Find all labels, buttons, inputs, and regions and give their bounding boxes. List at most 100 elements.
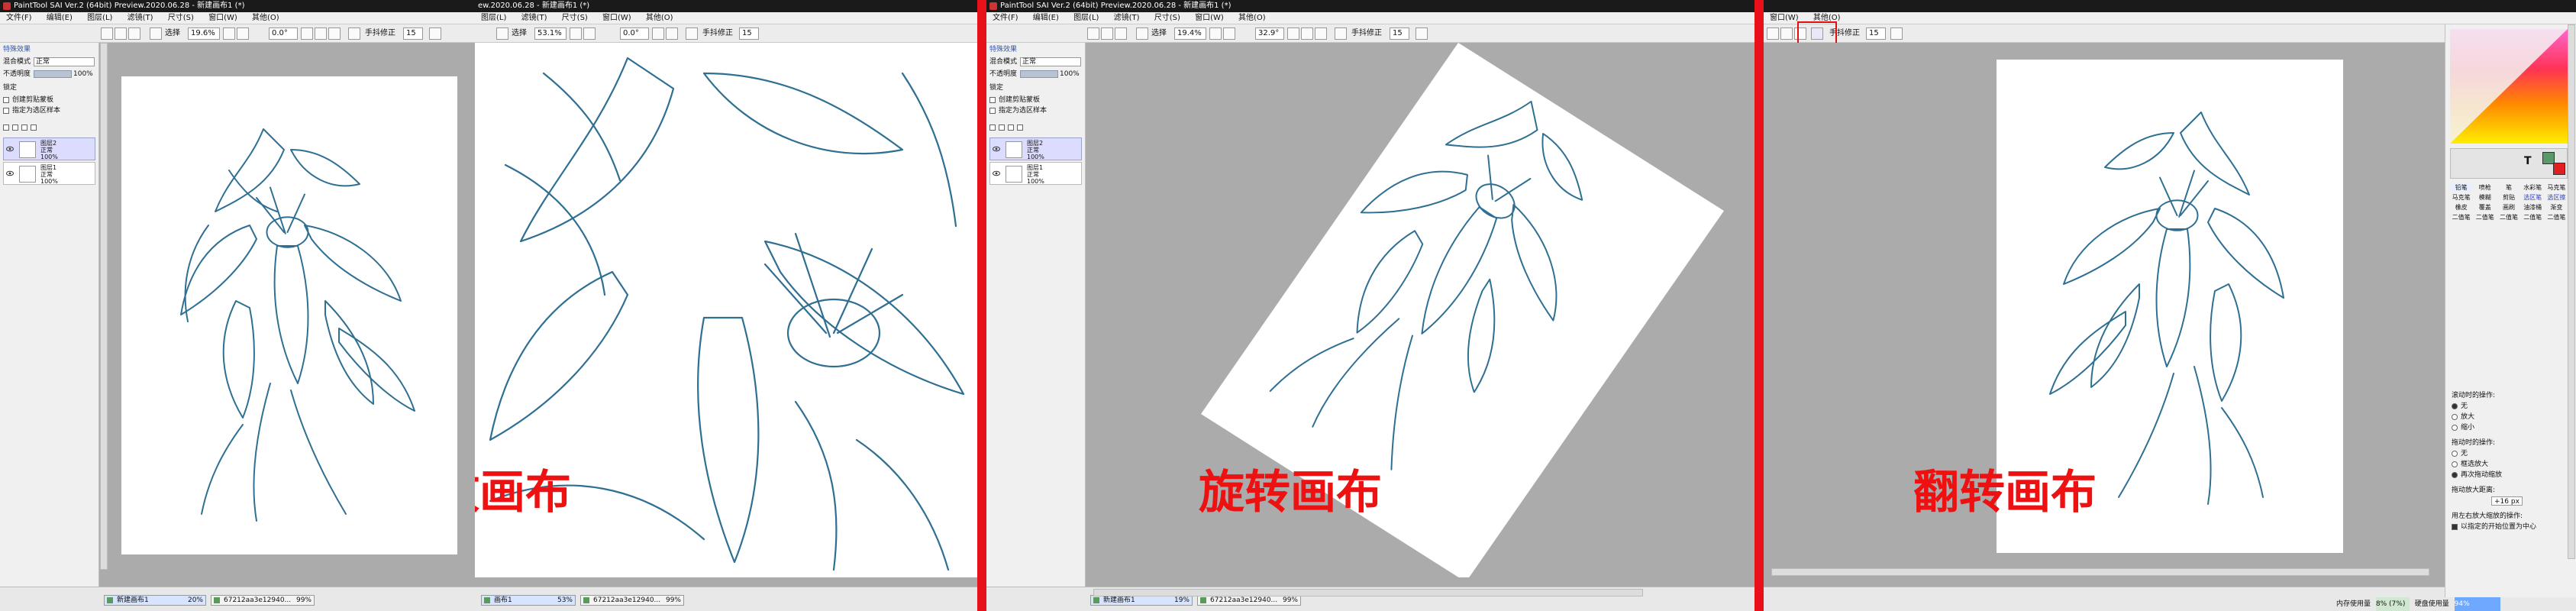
line-tool-icon[interactable] (1416, 27, 1428, 40)
scroll-opt-none[interactable]: 无 (2452, 402, 2468, 411)
rotate-left-icon[interactable] (1287, 27, 1299, 40)
radio-icon[interactable] (2452, 450, 2458, 457)
radio-icon[interactable] (2452, 461, 2458, 467)
delete-layer-icon[interactable] (31, 124, 37, 131)
center-checkbox[interactable] (2452, 523, 2458, 530)
new-icon[interactable] (101, 27, 113, 40)
menu-size[interactable]: 尺寸(S) (556, 12, 594, 24)
canvas-area[interactable] (100, 43, 475, 577)
menu-file[interactable]: 文件(F) (986, 12, 1025, 24)
menu-other[interactable]: 其他(O) (1232, 12, 1272, 24)
rotated-paper[interactable] (1086, 43, 1754, 577)
menu-other[interactable]: 其他(O) (246, 12, 286, 24)
tool-binary-5[interactable]: 二值笔 (2545, 213, 2568, 221)
redo-icon[interactable] (128, 27, 140, 40)
bg-color-swatch[interactable] (2553, 163, 2565, 175)
rotate-right-icon[interactable] (666, 27, 678, 40)
zoom-in-icon[interactable] (1223, 27, 1235, 40)
radio-icon[interactable] (2452, 424, 2458, 431)
rotate-left-icon[interactable] (1767, 27, 1779, 40)
tool-airbrush[interactable]: 喷枪 (2474, 183, 2496, 192)
horizontal-scrollbar[interactable] (1771, 568, 2429, 576)
layer-item-1[interactable]: 图层1 正常 100% (3, 162, 95, 185)
zoom-field[interactable]: 53.1% (534, 27, 567, 40)
scroll-opt-zoom-in[interactable]: 放大 (2452, 412, 2474, 422)
copy-layer-icon[interactable] (21, 124, 27, 131)
delete-layer-icon[interactable] (1017, 124, 1023, 131)
tool-overlay[interactable]: 覆盖 (2474, 203, 2496, 212)
new-icon[interactable] (1087, 27, 1099, 40)
menu-filter[interactable]: 滤镜(T) (515, 12, 554, 24)
tool-select-pen[interactable]: 选区笔 (2522, 193, 2544, 202)
eye-icon[interactable] (6, 170, 14, 177)
zoom-in-icon[interactable] (237, 27, 249, 40)
rotate-reset-icon[interactable] (1315, 27, 1327, 40)
zoom-in-icon[interactable] (583, 27, 596, 40)
undo-icon[interactable] (115, 27, 127, 40)
center-checkbox-row[interactable]: 以指定的开始位置为中心 (2452, 522, 2536, 532)
line-tool-icon[interactable] (1890, 27, 1903, 40)
canvas-tab-1[interactable]: 新建画布1 20% (104, 595, 206, 606)
ref-checkbox[interactable] (3, 107, 9, 114)
zoom-out-icon[interactable] (1209, 27, 1222, 40)
eye-icon[interactable] (993, 145, 1000, 153)
tool-clip[interactable]: 剪贴 (2497, 193, 2520, 202)
menu-edit[interactable]: 编辑(E) (40, 12, 79, 24)
select-tool-icon[interactable] (496, 27, 508, 40)
angle-field[interactable]: 0.0° (620, 27, 649, 40)
flip-icon[interactable] (1335, 27, 1347, 40)
select-tool-icon[interactable] (1136, 27, 1148, 40)
canvas-area[interactable] (1764, 43, 2445, 577)
new-layer-icon[interactable] (3, 124, 9, 131)
tool-binary-3[interactable]: 二值笔 (2497, 213, 2520, 221)
menu-filter[interactable]: 滤镜(T) (121, 12, 160, 24)
color-palette[interactable] (2450, 29, 2568, 144)
clip-checkbox-row[interactable]: 创建剪贴蒙板 (989, 95, 1082, 105)
drag-opt-none[interactable]: 无 (2452, 449, 2468, 458)
menu-filter[interactable]: 滤镜(T) (1108, 12, 1146, 24)
tool-bucket[interactable]: 油漆桶 (2522, 203, 2544, 212)
canvas-tab-2[interactable]: 67212aa3e12940... 99% (580, 595, 684, 606)
canvas-paper[interactable] (121, 76, 457, 554)
new-layer-icon[interactable] (989, 124, 996, 131)
tool-marker[interactable]: 马克笔 (2545, 183, 2568, 192)
new-folder-icon[interactable] (12, 124, 18, 131)
stabilizer-field[interactable]: 15 (1866, 27, 1886, 40)
tool-marker-2[interactable]: 马克笔 (2450, 193, 2472, 202)
menu-window[interactable]: 窗口(W) (1189, 12, 1230, 24)
step-value[interactable]: +16 px (2491, 496, 2523, 506)
tool-blur[interactable]: 模糊 (2474, 193, 2496, 202)
blend-mode-select[interactable]: 正常 (34, 57, 95, 66)
menu-layer[interactable]: 图层(L) (475, 12, 512, 24)
zoom-out-icon[interactable] (223, 27, 235, 40)
new-folder-icon[interactable] (999, 124, 1005, 131)
tool-binary-1[interactable]: 二值笔 (2450, 213, 2472, 221)
radio-icon[interactable] (2452, 402, 2458, 409)
stabilizer-field[interactable]: 15 (739, 27, 759, 40)
radio-icon[interactable] (2452, 413, 2458, 420)
horizontal-scrollbar[interactable] (1093, 589, 1643, 596)
effects-header[interactable]: 特殊效果 (989, 44, 1082, 55)
rotate-left-icon[interactable] (652, 27, 664, 40)
redo-icon[interactable] (1115, 27, 1127, 40)
select-tool-icon[interactable] (150, 27, 162, 40)
angle-field[interactable]: 32.9° (1255, 27, 1284, 40)
menu-edit[interactable]: 编辑(E) (1027, 12, 1065, 24)
vertical-scrollbar[interactable] (100, 43, 108, 570)
opacity-slider[interactable] (1020, 70, 1058, 78)
ref-checkbox-row[interactable]: 指定为选区样本 (989, 105, 1082, 116)
scroll-opt-zoom-out[interactable]: 缩小 (2452, 423, 2474, 432)
clip-checkbox[interactable] (989, 96, 996, 103)
rotate-right-icon[interactable] (315, 27, 327, 40)
ref-checkbox-row[interactable]: 指定为选区样本 (3, 105, 95, 116)
tool-pencil[interactable]: 铅笔 (2450, 183, 2473, 192)
menu-layer[interactable]: 图层(L) (81, 12, 118, 24)
stabilizer-field[interactable]: 15 (1390, 27, 1409, 40)
copy-layer-icon[interactable] (1008, 124, 1014, 131)
canvas-tab-1[interactable]: 画布1 53% (481, 595, 576, 606)
stabilizer-field[interactable]: 15 (403, 27, 423, 40)
tool-binary-4[interactable]: 二值笔 (2522, 213, 2544, 221)
tool-gradient[interactable]: 渐变 (2545, 203, 2568, 212)
rotate-right-icon[interactable] (1780, 27, 1793, 40)
ref-checkbox[interactable] (989, 107, 996, 114)
